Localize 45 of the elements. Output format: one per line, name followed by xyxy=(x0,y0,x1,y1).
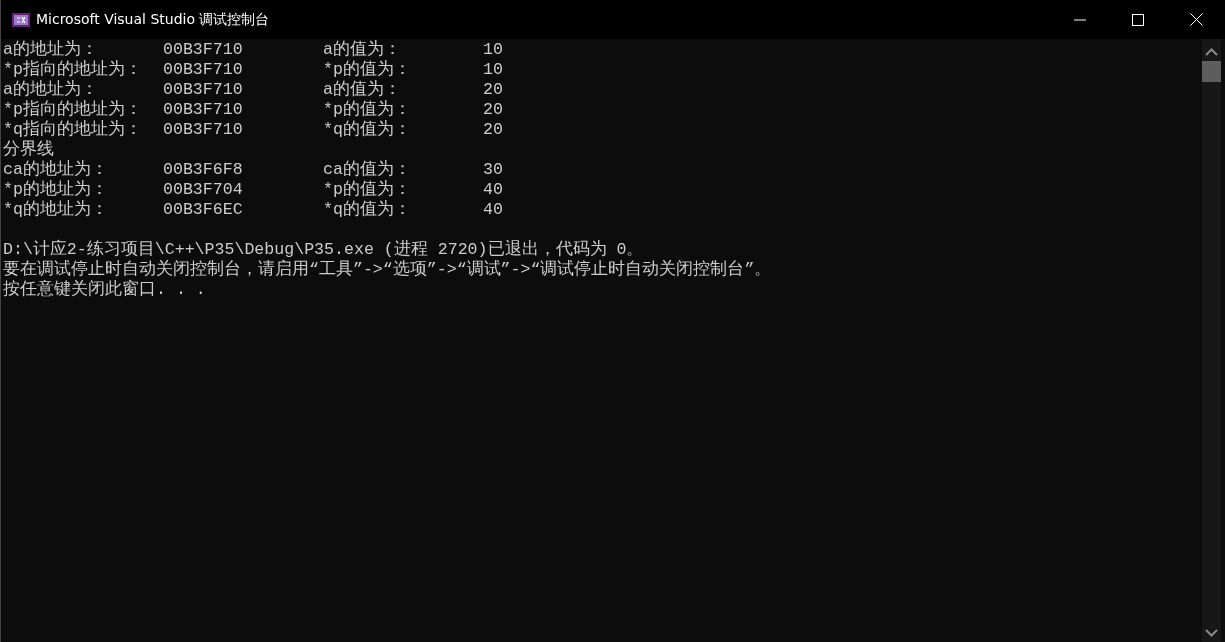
console-label: a的地址为： xyxy=(3,40,98,59)
console-address: 00B3F6EC xyxy=(163,200,243,219)
close-icon xyxy=(1189,13,1203,26)
console-line: 要在调试停止时自动关闭控制台，请启用“工具”->“选项”->“调试”->“调试停止时自动关闭控制台”。 xyxy=(3,260,772,279)
console-value: 40 xyxy=(483,200,503,219)
console-line: D:\计应2-练习项目\C++\P35\Debug\P35.exe (进程 2720)已退出，代码为 0。 xyxy=(3,240,644,259)
console-label: *q的值为： xyxy=(323,200,411,219)
scrollbar[interactable] xyxy=(1202,39,1221,642)
minimize-icon xyxy=(1074,18,1086,21)
console-address: 00B3F710 xyxy=(163,40,243,59)
console-label: a的值为： xyxy=(323,80,401,99)
scroll-down-icon[interactable] xyxy=(1205,628,1218,638)
window-title: Microsoft Visual Studio 调试控制台 xyxy=(36,10,270,29)
console-value: 10 xyxy=(483,60,503,79)
console-address: 00B3F710 xyxy=(163,80,243,99)
console-label: *p的地址为： xyxy=(3,180,108,199)
console-line: 按任意键关闭此窗口. . . xyxy=(3,280,206,299)
console-value: 20 xyxy=(483,120,503,139)
console-address: 00B3F710 xyxy=(163,60,243,79)
console-label: ca的值为： xyxy=(323,160,411,179)
console-label: ca的地址为： xyxy=(3,160,108,179)
scroll-thumb[interactable] xyxy=(1202,61,1221,82)
console-label: *p的值为： xyxy=(323,180,411,199)
maximize-icon xyxy=(1132,13,1144,26)
app-icon xyxy=(12,12,30,27)
console-label: *q的值为： xyxy=(323,120,411,139)
console-line: 分界线 xyxy=(3,140,54,159)
console-address: 00B3F704 xyxy=(163,180,243,199)
console-label: *p的值为： xyxy=(323,100,411,119)
console-value: 20 xyxy=(483,100,503,119)
console-address: 00B3F6F8 xyxy=(163,160,243,179)
console-address: 00B3F710 xyxy=(163,100,243,119)
console-value: 10 xyxy=(483,40,503,59)
console-label: *q的地址为： xyxy=(3,200,108,219)
scroll-up-icon[interactable] xyxy=(1205,47,1218,57)
console-label: *p的值为： xyxy=(323,60,411,79)
console-value: 40 xyxy=(483,180,503,199)
console-label: a的值为： xyxy=(323,40,401,59)
console-label: *p指向的地址为： xyxy=(3,100,142,119)
console-address: 00B3F710 xyxy=(163,120,243,139)
console-label: *p指向的地址为： xyxy=(3,60,142,79)
console-label: *q指向的地址为： xyxy=(3,120,142,139)
console-value: 20 xyxy=(483,80,503,99)
console-value: 30 xyxy=(483,160,503,179)
console-label: a的地址为： xyxy=(3,80,98,99)
